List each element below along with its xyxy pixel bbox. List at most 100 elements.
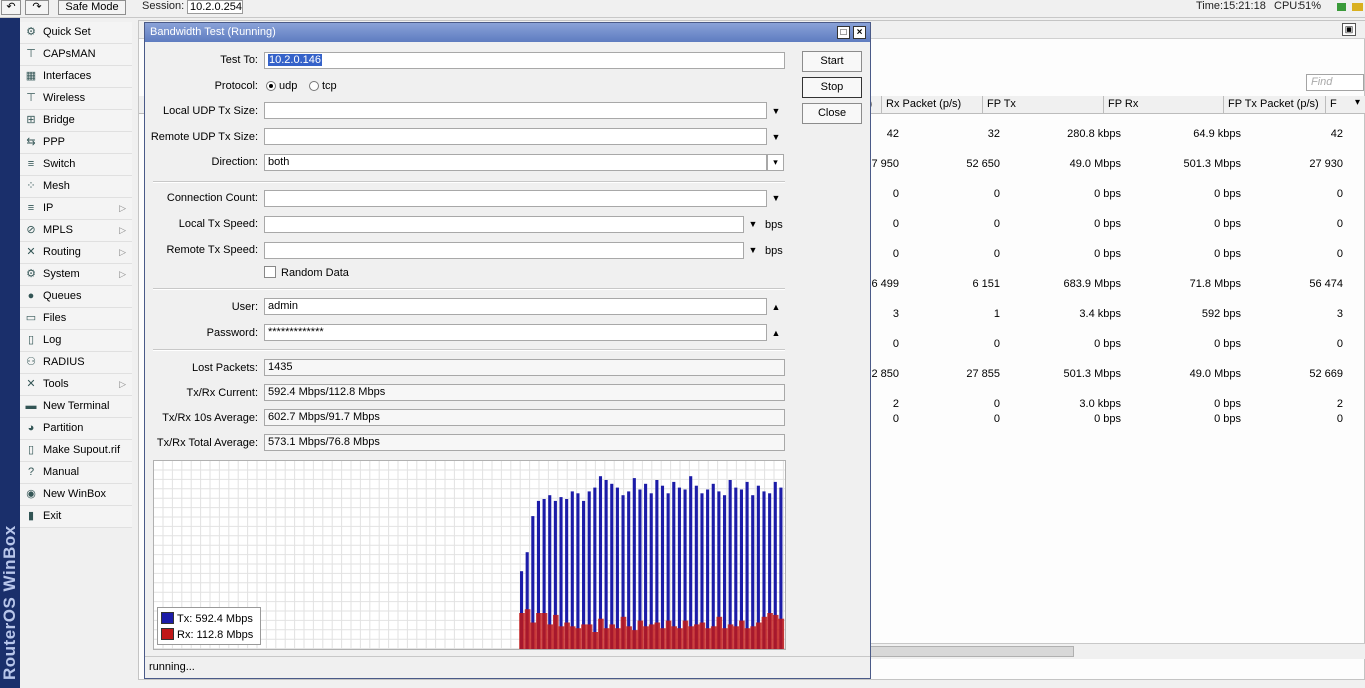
wireless-icon: ⊤ <box>26 92 36 104</box>
local-tx-speed-dropdown-icon[interactable]: ▼ <box>747 218 759 230</box>
table-cell: 0 bps <box>1094 188 1121 200</box>
maximize-icon[interactable]: □ <box>837 26 850 39</box>
menu-item-exit[interactable]: ▮ Exit <box>20 506 132 528</box>
direction-select[interactable]: both <box>264 154 767 171</box>
table-cell: 42 <box>886 128 899 140</box>
menu-item-mpls[interactable]: ⊘ MPLS ▷ <box>20 220 132 242</box>
user-collapse-icon[interactable]: ▲ <box>770 301 782 313</box>
direction-dropdown-icon[interactable]: ▾ <box>767 154 784 171</box>
rx-bar <box>716 616 723 649</box>
user-input[interactable]: admin <box>264 298 767 315</box>
horizontal-scrollbar[interactable] <box>869 643 1365 659</box>
undo-button[interactable]: ↶ <box>1 0 21 15</box>
rx-bar <box>524 609 531 649</box>
find-input[interactable]: Find <box>1306 74 1364 91</box>
table-cell: 0 <box>892 248 899 260</box>
remote-tx-speed-input[interactable] <box>264 242 744 259</box>
menu-item-bridge[interactable]: ⊞ Bridge <box>20 110 132 132</box>
menu-item-label: Tools <box>43 378 69 390</box>
menu-item-capsman[interactable]: ⊤ CAPsMAN <box>20 44 132 66</box>
quickset-icon: ⚙ <box>26 26 36 38</box>
remote-udp-dropdown-icon[interactable]: ▼ <box>770 131 782 143</box>
table-cell: 280.8 kbps <box>1067 128 1121 140</box>
connection-count-label: Connection Count: <box>166 192 258 204</box>
restore-icon[interactable]: ▣ <box>1342 23 1356 36</box>
menu-item-radius[interactable]: ⚇ RADIUS <box>20 352 132 374</box>
session-field[interactable]: 10.2.0.254 <box>187 0 243 14</box>
tx-swatch <box>161 612 174 624</box>
table-cell: 3.0 kbps <box>1079 398 1121 410</box>
close-icon[interactable]: × <box>853 26 866 39</box>
table-cell: 1 <box>993 308 1000 320</box>
udp-label: udp <box>279 80 298 92</box>
rx-bar <box>654 622 661 649</box>
column-header[interactable]: FP Tx Packet (p/s) <box>1223 96 1325 114</box>
tcp-label: tcp <box>322 80 337 92</box>
time-value: 15:21:18 <box>1223 0 1266 12</box>
tcp-radio[interactable] <box>309 81 319 91</box>
test-to-input[interactable]: 10.2.0.146 <box>264 52 785 69</box>
redo-button[interactable]: ↷ <box>25 0 49 15</box>
menu-item-ip[interactable]: ≡ IP ▷ <box>20 198 132 220</box>
dialog-titlebar[interactable]: Bandwidth Test (Running) □ × <box>145 23 870 42</box>
tx-bar <box>627 491 631 649</box>
connection-count-dropdown-icon[interactable]: ▼ <box>770 192 782 204</box>
remote-udp-tx-size-input[interactable] <box>264 128 767 145</box>
menu-item-manual[interactable]: ? Manual <box>20 462 132 484</box>
stop-button[interactable]: Stop <box>802 77 862 98</box>
menu-item-switch[interactable]: ≡ Switch <box>20 154 132 176</box>
rx-bar <box>767 613 773 649</box>
system-icon: ⚙ <box>26 268 36 280</box>
menu-item-system[interactable]: ⚙ System ▷ <box>20 264 132 286</box>
safe-mode-button[interactable]: Safe Mode <box>58 0 126 15</box>
menu-item-wireless[interactable]: ⊤ Wireless <box>20 88 132 110</box>
udp-radio[interactable] <box>266 81 276 91</box>
menu-item-ppp[interactable]: ⇆ PPP <box>20 132 132 154</box>
password-collapse-icon[interactable]: ▲ <box>770 327 782 339</box>
menu-item-log[interactable]: ▯ Log <box>20 330 132 352</box>
menu-item-partition[interactable]: ◕ Partition <box>20 418 132 440</box>
menu-item-label: IP <box>43 202 54 214</box>
menu-item-label: Files <box>43 312 67 324</box>
tx-rx-10s-average-value: 602.7 Mbps/91.7 Mbps <box>268 411 380 423</box>
menu-item-make-supout-rif[interactable]: ▯ Make Supout.rif <box>20 440 132 462</box>
password-input[interactable]: ************* <box>264 324 767 341</box>
random-data-checkbox[interactable] <box>264 266 276 278</box>
close-button[interactable]: Close <box>802 103 862 124</box>
scrollbar-thumb[interactable] <box>869 646 1074 657</box>
table-cell: 0 bps <box>1094 338 1121 350</box>
ip-icon: ≡ <box>27 202 35 214</box>
tx-rx-total-average-value: 573.1 Mbps/76.8 Mbps <box>268 436 380 448</box>
menu-item-files[interactable]: ▭ Files <box>20 308 132 330</box>
column-header[interactable]: FP Rx <box>1103 96 1223 114</box>
menu-item-tools[interactable]: ✕ Tools ▷ <box>20 374 132 396</box>
local-udp-tx-size-input[interactable] <box>264 102 767 119</box>
protocol-label: Protocol: <box>214 80 258 92</box>
local-tx-speed-input[interactable] <box>264 216 744 233</box>
column-header[interactable]: FP Tx <box>982 96 1103 114</box>
rx-bar <box>733 626 740 649</box>
table-cell: 0 <box>993 248 1000 260</box>
menu-item-interfaces[interactable]: ▦ Interfaces <box>20 66 132 88</box>
local-udp-dropdown-icon[interactable]: ▼ <box>770 105 782 117</box>
column-header[interactable]: Rx Packet (p/s) <box>881 96 982 114</box>
rx-bar <box>682 620 689 649</box>
submenu-arrow-icon: ▷ <box>119 225 126 235</box>
table-cell: 0 <box>892 218 899 230</box>
menu-item-queues[interactable]: ● Queues <box>20 286 132 308</box>
column-menu-icon[interactable]: ▾ <box>1355 97 1360 108</box>
column-header[interactable]: F <box>1325 96 1349 114</box>
menu-item-routing[interactable]: ✕ Routing ▷ <box>20 242 132 264</box>
start-button[interactable]: Start <box>802 51 862 72</box>
mesh-icon: ⁘ <box>26 180 36 192</box>
menu-item-new-terminal[interactable]: ▬ New Terminal <box>20 396 132 418</box>
direction-label: Direction: <box>211 156 258 168</box>
table-cell: 0 <box>993 413 1000 425</box>
menu-item-mesh[interactable]: ⁘ Mesh <box>20 176 132 198</box>
menu-item-quick-set[interactable]: ⚙ Quick Set <box>20 22 132 44</box>
connection-count-input[interactable] <box>264 190 767 207</box>
remote-tx-speed-dropdown-icon[interactable]: ▼ <box>747 244 759 256</box>
table-cell: 0 bps <box>1214 248 1241 260</box>
rx-bar <box>609 624 616 649</box>
menu-item-new-winbox[interactable]: ◉ New WinBox <box>20 484 132 506</box>
